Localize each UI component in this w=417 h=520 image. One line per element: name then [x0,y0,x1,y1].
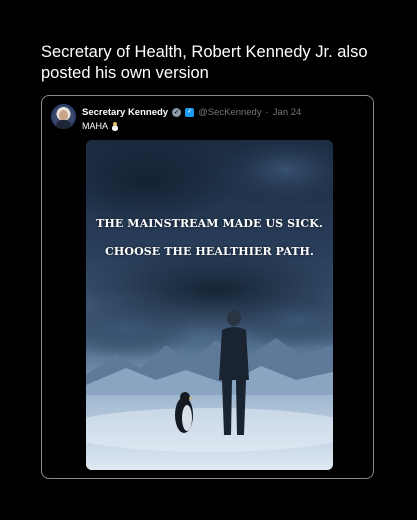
separator-dot: · [265,106,269,118]
post-header: Secretary Kennedy ✓ ✓ @SecKennedy · Jan … [82,105,301,119]
post-text: MAHA [82,121,119,131]
avatar[interactable] [51,104,76,129]
ice-cream-icon [111,121,119,131]
author-handle[interactable]: @SecKennedy [198,107,262,118]
poster-headline-2: CHOOSE THE HEALTHIER PATH. [105,245,314,258]
avatar-suit [56,120,71,129]
poster-illustration [86,140,333,470]
post-text-content: MAHA [82,121,109,131]
post-image[interactable]: THE MAINSTREAM MADE US SICK. CHOOSE THE … [86,140,333,470]
embedded-post-card[interactable]: Secretary Kennedy ✓ ✓ @SecKennedy · Jan … [41,95,374,479]
poster-headline-1: THE MAINSTREAM MADE US SICK. [96,217,323,230]
author-name[interactable]: Secretary Kennedy [82,107,168,118]
government-badge-icon: ✓ [185,107,195,117]
verified-badge-icon: ✓ [172,107,182,117]
headline-text: Secretary of Health, Robert Kennedy Jr. … [41,43,368,82]
post-date[interactable]: Jan 24 [273,107,302,118]
